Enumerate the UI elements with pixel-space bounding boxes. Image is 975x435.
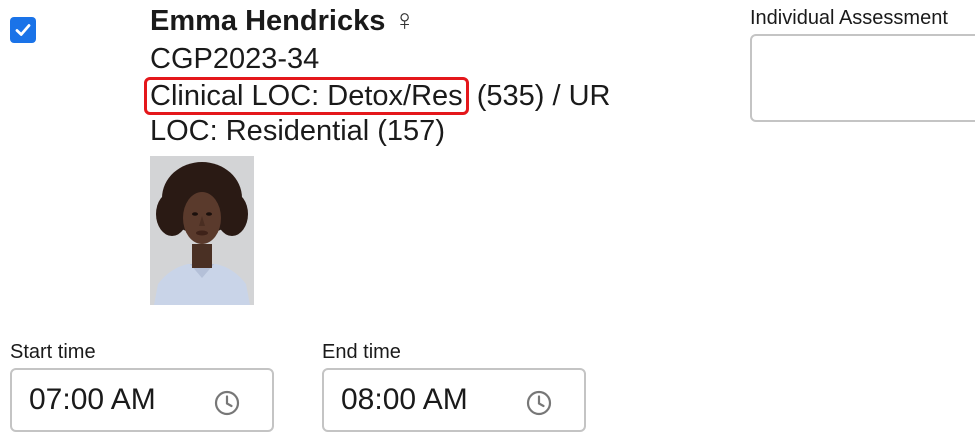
clock-icon[interactable] (526, 390, 552, 416)
start-time-value: 07:00 AM (29, 383, 156, 416)
clock-icon[interactable] (214, 390, 240, 416)
end-time-label: End time (322, 341, 401, 363)
client-id: CGP2023-34 (150, 43, 320, 75)
client-card: Emma Hendricks ♀ CGP2023-34 Clinical LOC:… (0, 0, 975, 435)
clinical-loc-suffix: (535) / UR (468, 80, 611, 112)
assessment-field[interactable] (750, 34, 975, 122)
loc-line: LOC: Residential (157) (150, 115, 445, 147)
clinical-loc-highlight: Clinical LOC: Detox/Res (144, 77, 469, 115)
start-time-field[interactable]: 07:00 AM (10, 368, 274, 432)
start-time-label: Start time (10, 341, 96, 363)
clinical-loc-line: Clinical LOC: Detox/Res (535) / UR (144, 77, 611, 115)
select-checkbox[interactable] (10, 17, 36, 43)
client-name: Emma Hendricks (150, 5, 386, 37)
end-time-field[interactable]: 08:00 AM (322, 368, 586, 432)
assessment-label: Individual Assessment (750, 7, 948, 29)
client-photo-image (150, 156, 254, 305)
client-photo (150, 156, 254, 305)
female-icon: ♀ (393, 4, 416, 37)
client-name-row: Emma Hendricks ♀ (150, 3, 416, 39)
end-time-value: 08:00 AM (341, 383, 468, 416)
checkmark-icon (15, 24, 31, 36)
